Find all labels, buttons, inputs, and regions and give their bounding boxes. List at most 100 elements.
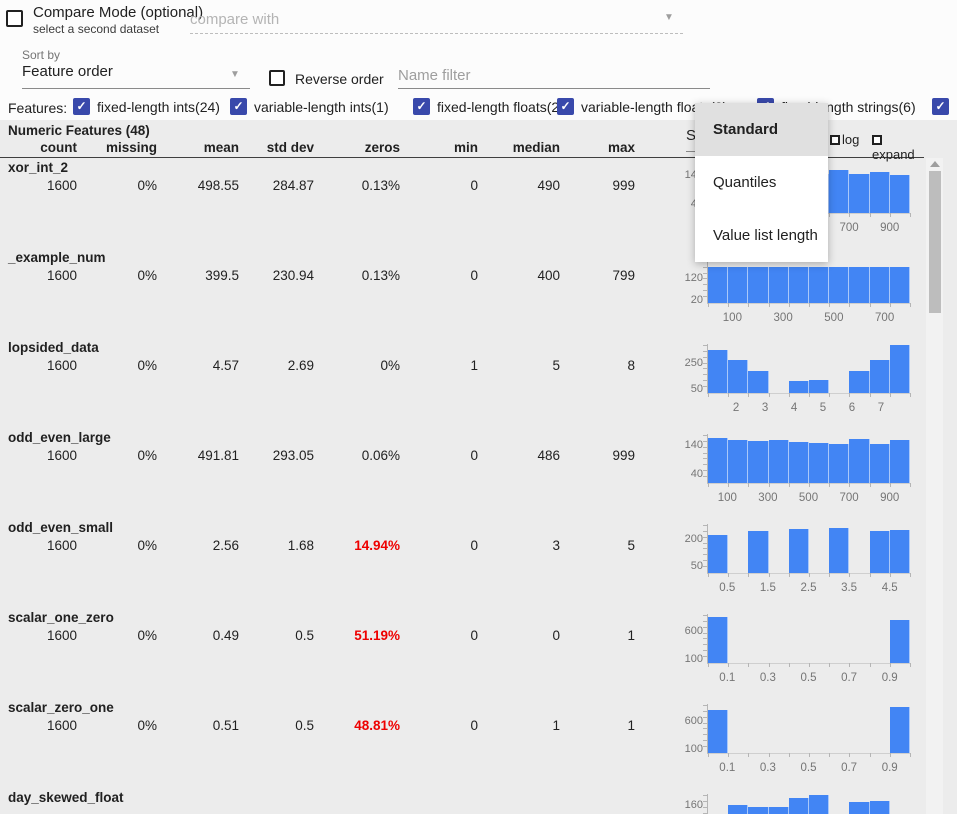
x-axis-tick — [708, 663, 709, 667]
stat-median: 486 — [479, 448, 561, 463]
x-axis-tick — [910, 753, 911, 757]
x-axis-tick — [789, 483, 790, 487]
x-axis-tick — [910, 663, 911, 667]
x-axis-tick — [809, 483, 810, 487]
stat-count: 1600 — [0, 448, 78, 463]
checked-checkbox[interactable]: ✓ — [230, 98, 247, 115]
feature-name: odd_even_large — [8, 430, 111, 445]
x-axis-tick — [849, 483, 850, 487]
histogram-bar — [849, 439, 869, 483]
x-axis-label: 3.5 — [841, 582, 857, 594]
x-axis-label: 0.7 — [841, 762, 857, 774]
x-axis-tick — [809, 393, 810, 397]
histogram-bar — [849, 267, 869, 303]
checked-checkbox[interactable]: ✓ — [413, 98, 430, 115]
checked-checkbox[interactable]: ✓ — [932, 98, 949, 115]
column-header: std dev — [240, 140, 315, 155]
x-axis-tick — [769, 393, 770, 397]
x-axis-tick — [890, 213, 891, 217]
x-axis-tick — [910, 573, 911, 577]
menu-item-standard[interactable]: Standard — [695, 103, 828, 156]
histogram-bar — [890, 620, 910, 663]
stat-missing: 0% — [78, 358, 158, 373]
x-axis-tick — [910, 303, 911, 307]
histogram-bar — [728, 805, 748, 814]
histogram-plot-area — [707, 344, 910, 394]
histogram-chart: 14040100300500700900 — [666, 432, 912, 516]
x-axis-tick — [769, 573, 770, 577]
y-axis-label: 100 — [666, 743, 703, 755]
y-axis-tick — [703, 435, 708, 436]
column-header: min — [401, 140, 479, 155]
histogram-bar — [829, 528, 849, 573]
y-axis-label: 40 — [666, 468, 703, 480]
log-toggle[interactable]: log — [830, 132, 859, 147]
stat-max: 1 — [561, 718, 636, 733]
sort-by-select[interactable]: Feature order — [22, 63, 250, 89]
histogram-bar — [870, 531, 890, 573]
x-axis-label: 4 — [791, 402, 797, 414]
histogram-bar — [789, 381, 809, 393]
stat-mean: 0.49 — [158, 628, 240, 643]
x-axis-tick — [870, 753, 871, 757]
stat-count: 1600 — [0, 538, 78, 553]
checked-checkbox[interactable]: ✓ — [557, 98, 574, 115]
x-axis-label: 300 — [774, 312, 793, 324]
x-axis-tick — [748, 393, 749, 397]
x-axis-tick — [849, 393, 850, 397]
menu-item-value-list-length[interactable]: Value list length — [695, 209, 828, 262]
x-axis-tick — [829, 573, 830, 577]
checked-checkbox[interactable]: ✓ — [73, 98, 90, 115]
stat-missing: 0% — [78, 718, 158, 733]
chart-type-menu: StandardQuantilesValue list length — [695, 103, 828, 262]
x-axis-label: 0.1 — [719, 762, 735, 774]
stat-zeros: 48.81% — [315, 718, 401, 733]
x-axis-tick — [809, 753, 810, 757]
y-axis-label: 600 — [666, 625, 703, 637]
y-axis-tick — [703, 345, 708, 346]
feature-name: day_skewed_float — [8, 790, 124, 805]
x-axis-tick — [708, 483, 709, 487]
histogram-bar — [809, 795, 829, 814]
x-axis-tick — [789, 393, 790, 397]
y-axis-label: 200 — [666, 533, 703, 545]
compare-mode-checkbox[interactable] — [6, 10, 23, 27]
x-axis-tick — [829, 753, 830, 757]
name-filter-input[interactable] — [398, 62, 710, 89]
x-axis-tick — [789, 303, 790, 307]
x-axis-tick — [748, 303, 749, 307]
stat-mean: 498.55 — [158, 178, 240, 193]
x-axis-label: 0.9 — [882, 762, 898, 774]
feature-stats: 16000%399.5230.940.13%0400799 — [0, 268, 636, 283]
y-axis-label: 50 — [666, 383, 703, 395]
histogram-bar — [890, 530, 910, 573]
column-header: mean — [158, 140, 240, 155]
x-axis-tick — [708, 573, 709, 577]
stat-std_dev: 230.94 — [240, 268, 315, 283]
column-headers: countmissingmeanstd devzerosminmedianmax — [0, 140, 636, 155]
reverse-order-checkbox[interactable] — [269, 70, 285, 86]
histogram-bar — [708, 438, 728, 483]
x-axis-label: 0.5 — [801, 762, 817, 774]
histogram-bar — [728, 440, 748, 483]
stat-min: 0 — [401, 538, 479, 553]
scrollbar-thumb[interactable] — [929, 171, 941, 313]
stat-min: 0 — [401, 628, 479, 643]
reverse-order-label: Reverse order — [295, 71, 384, 87]
histogram-chart: 160 — [666, 792, 912, 814]
x-axis-tick — [789, 663, 790, 667]
histogram-bar — [769, 440, 789, 483]
stat-median: 3 — [479, 538, 561, 553]
expand-checkbox[interactable] — [872, 135, 882, 145]
histogram-bar — [708, 617, 728, 663]
histogram-bar — [708, 710, 728, 753]
sort-by-label: Sort by — [22, 48, 60, 62]
feature-name: xor_int_2 — [8, 160, 68, 175]
vertical-scrollbar[interactable] — [926, 158, 943, 814]
feature-type-label: fixed-length ints(24) — [97, 99, 220, 115]
scrollbar-up-icon[interactable] — [930, 161, 940, 167]
menu-item-quantiles[interactable]: Quantiles — [695, 156, 828, 209]
x-axis-tick — [769, 483, 770, 487]
compare-with-select[interactable]: compare with — [190, 8, 683, 34]
log-checkbox[interactable] — [830, 135, 840, 145]
